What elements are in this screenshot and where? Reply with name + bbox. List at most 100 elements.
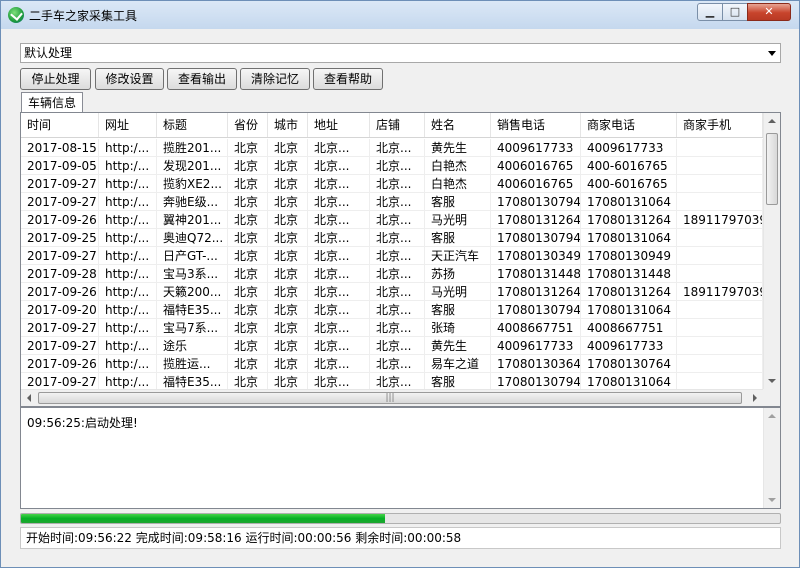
vertical-scroll-thumb[interactable]	[766, 133, 778, 205]
column-header-city[interactable]: 城市	[268, 113, 308, 137]
cell-address: 北京...	[308, 139, 370, 157]
horizontal-scroll-thumb[interactable]: |||	[38, 392, 742, 404]
cell-url: http:/...	[99, 247, 157, 265]
table-header: 时间 网址 标题 省份 城市 地址 店铺 姓名 销售电话 商家电话 商家手机	[21, 113, 763, 138]
minimize-button[interactable]: ▁	[697, 3, 723, 21]
scroll-down-icon[interactable]	[768, 379, 776, 383]
stop-processing-button[interactable]: 停止处理	[20, 68, 91, 90]
column-header-name[interactable]: 姓名	[425, 113, 491, 137]
cell-sales-phone: 4009617733	[491, 337, 581, 355]
tab-vehicle-info[interactable]: 车辆信息	[21, 92, 83, 113]
maximize-button[interactable]: □	[722, 3, 748, 21]
table-row[interactable]: 2017-09-20 http:/... 福特E35... 北京 北京 北京... 北京..…	[21, 301, 763, 319]
cell-sales-phone: 17080130349	[491, 247, 581, 265]
title-bar[interactable]: 二手车之家采集工具 ▁ □ ✕	[1, 1, 799, 29]
cell-city: 北京	[268, 247, 308, 265]
table-row[interactable]: 2017-09-28 http:/... 宝马3系... 北京 北京 北京... 北京...…	[21, 265, 763, 283]
cell-province: 北京	[228, 175, 268, 193]
close-button[interactable]: ✕	[747, 3, 791, 21]
cell-province: 北京	[228, 319, 268, 337]
log-scrollbar[interactable]	[763, 408, 780, 508]
vertical-scrollbar[interactable]	[763, 113, 780, 389]
cell-time: 2017-09-27	[21, 193, 99, 211]
cell-province: 北京	[228, 139, 268, 157]
scroll-down-icon[interactable]	[768, 498, 776, 502]
table-row[interactable]: 2017-09-27 http:/... 途乐 北京 北京 北京... 北京... 黄先生 40…	[21, 337, 763, 355]
cell-merchant-phone: 17080131264	[581, 283, 677, 301]
column-header-title[interactable]: 标题	[157, 113, 228, 137]
table-row[interactable]: 2017-09-05 http:/... 发现201... 北京 北京 北京... 北京..…	[21, 157, 763, 175]
column-header-shop[interactable]: 店铺	[370, 113, 425, 137]
cell-shop: 北京...	[370, 301, 425, 319]
cell-province: 北京	[228, 193, 268, 211]
column-header-sales-phone[interactable]: 销售电话	[491, 113, 581, 137]
cell-shop: 北京...	[370, 157, 425, 175]
scroll-right-icon[interactable]	[753, 394, 757, 402]
cell-address: 北京...	[308, 355, 370, 373]
mode-select[interactable]: 默认处理	[20, 43, 781, 63]
table-row[interactable]: 2017-09-27 http:/... 福特E35... 北京 北京 北京... 北京..…	[21, 373, 763, 389]
cell-title: 奔驰E级...	[157, 193, 228, 211]
progress-fill	[21, 514, 386, 523]
cell-time: 2017-09-27	[21, 247, 99, 265]
table-row[interactable]: 2017-09-27 http:/... 宝马7系... 北京 北京 北京... 北京...…	[21, 319, 763, 337]
cell-address: 北京...	[308, 193, 370, 211]
app-window: 二手车之家采集工具 ▁ □ ✕ 默认处理 停止处理 修改设置 查看输出 清除记忆…	[0, 0, 800, 568]
table-row[interactable]: 2017-09-27 http:/... 日产GT-... 北京 北京 北京... 北京..…	[21, 247, 763, 265]
cell-time: 2017-09-26	[21, 283, 99, 301]
cell-url: http:/...	[99, 373, 157, 389]
cell-sales-phone: 17080130794	[491, 373, 581, 389]
cell-title: 揽胜201...	[157, 139, 228, 157]
cell-city: 北京	[268, 301, 308, 319]
cell-merchant-phone: 17080131064	[581, 229, 677, 247]
cell-province: 北京	[228, 247, 268, 265]
cell-url: http:/...	[99, 355, 157, 373]
minimize-icon: ▁	[705, 5, 715, 18]
edit-settings-button[interactable]: 修改设置	[95, 68, 164, 90]
view-help-button[interactable]: 查看帮助	[313, 68, 383, 90]
table-row[interactable]: 2017-08-15 http:/... 揽胜201... 北京 北京 北京... 北京..…	[21, 139, 763, 157]
cell-title: 奥迪Q72...	[157, 229, 228, 247]
cell-name: 苏扬	[425, 265, 491, 283]
column-header-time[interactable]: 时间	[21, 113, 99, 137]
cell-merchant-phone: 17080131064	[581, 301, 677, 319]
column-header-merchant-phone[interactable]: 商家电话	[581, 113, 677, 137]
table-row[interactable]: 2017-09-25 http:/... 奥迪Q72... 北京 北京 北京... 北京..…	[21, 229, 763, 247]
table-row[interactable]: 2017-09-27 http:/... 揽豹XE2... 北京 北京 北京... 北京..…	[21, 175, 763, 193]
horizontal-scrollbar[interactable]: |||	[21, 389, 763, 406]
cell-sales-phone: 17080130364	[491, 355, 581, 373]
scroll-up-icon[interactable]	[768, 414, 776, 418]
cell-time: 2017-09-27	[21, 337, 99, 355]
log-output[interactable]: 09:56:25:启动处理!	[20, 407, 781, 509]
cell-url: http:/...	[99, 157, 157, 175]
cell-title: 途乐	[157, 337, 228, 355]
cell-name: 张琦	[425, 319, 491, 337]
cell-merchant-phone: 17080130764	[581, 355, 677, 373]
column-header-address[interactable]: 地址	[308, 113, 370, 137]
table-row[interactable]: 2017-09-26 http:/... 天籁200... 北京 北京 北京... 北京..…	[21, 283, 763, 301]
cell-shop: 北京...	[370, 211, 425, 229]
cell-name: 客服	[425, 373, 491, 389]
scroll-up-icon[interactable]	[768, 119, 776, 123]
maximize-icon: □	[729, 5, 741, 18]
cell-shop: 北京...	[370, 355, 425, 373]
table-row[interactable]: 2017-09-26 http:/... 揽胜运... 北京 北京 北京... 北京... 易…	[21, 355, 763, 373]
scroll-left-icon[interactable]	[27, 394, 31, 402]
cell-province: 北京	[228, 265, 268, 283]
clear-memory-button[interactable]: 清除记忆	[240, 68, 310, 90]
cell-shop: 北京...	[370, 175, 425, 193]
column-header-province[interactable]: 省份	[228, 113, 268, 137]
cell-address: 北京...	[308, 337, 370, 355]
cell-merchant-mobile	[677, 175, 763, 193]
view-output-button[interactable]: 查看输出	[167, 68, 237, 90]
cell-name: 易车之道	[425, 355, 491, 373]
column-header-merchant-mobile[interactable]: 商家手机	[677, 113, 763, 137]
table-row[interactable]: 2017-09-26 http:/... 翼神201... 北京 北京 北京... 北京..…	[21, 211, 763, 229]
cell-name: 马光明	[425, 283, 491, 301]
cell-address: 北京...	[308, 283, 370, 301]
cell-shop: 北京...	[370, 229, 425, 247]
chevron-down-icon	[768, 51, 776, 56]
column-header-url[interactable]: 网址	[99, 113, 157, 137]
cell-city: 北京	[268, 373, 308, 389]
table-row[interactable]: 2017-09-27 http:/... 奔驰E级... 北京 北京 北京... 北京...…	[21, 193, 763, 211]
